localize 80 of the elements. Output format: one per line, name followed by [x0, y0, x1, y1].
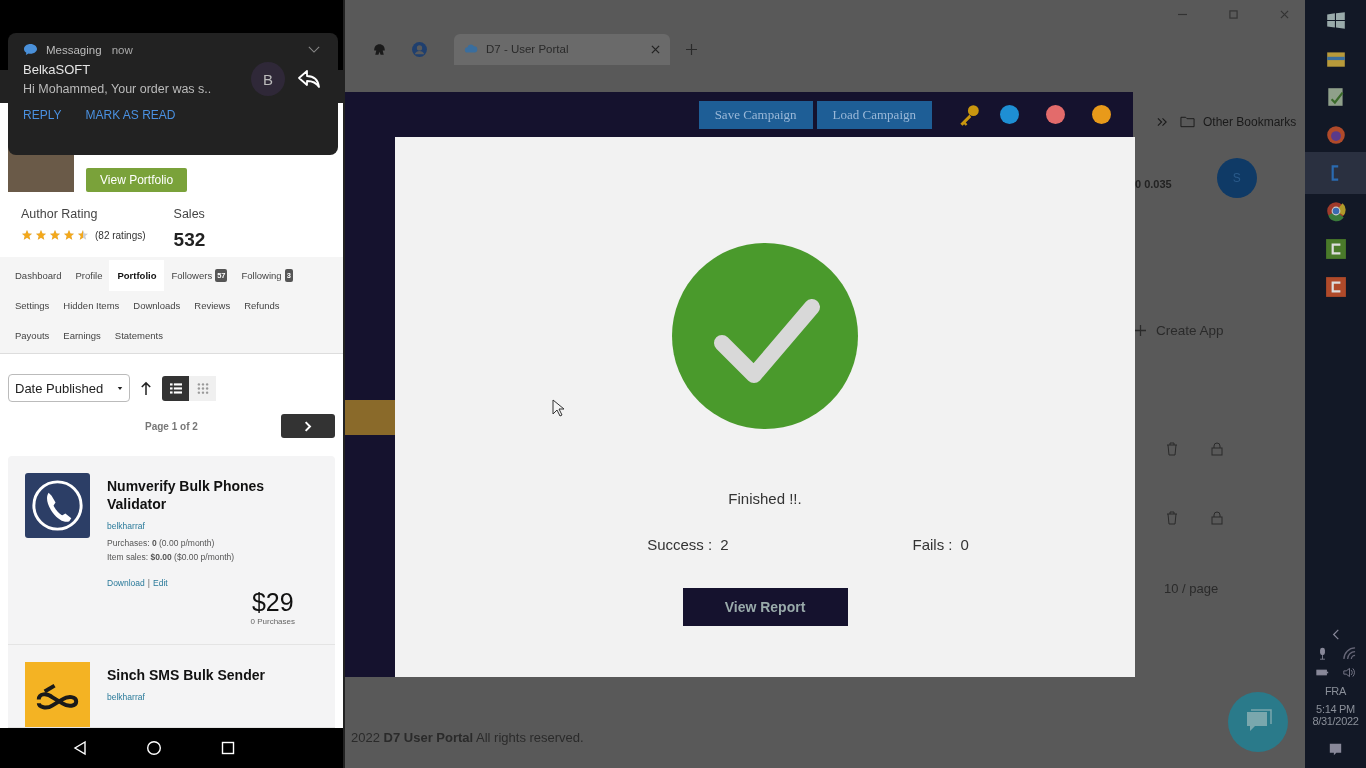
- page-indicator: Page 1 of 2: [145, 420, 199, 432]
- item-link[interactable]: Download: [107, 578, 145, 588]
- nav-tab[interactable]: Earnings: [56, 321, 108, 349]
- up-arrow-icon[interactable]: [140, 380, 152, 396]
- chrome-icon[interactable]: [1324, 200, 1347, 222]
- caret-icon: [117, 385, 123, 391]
- purchase-count: 0 Purchases: [250, 617, 295, 626]
- success-count: 2: [720, 536, 729, 553]
- chevron-right-icon: [304, 420, 312, 432]
- notification-card[interactable]: Messaging now BelkaSOFT Hi Mohammed, Your order was s.. B REPLY MARK AS READ: [8, 33, 338, 155]
- link-separator: |: [147, 578, 151, 588]
- status-dot[interactable]: [1092, 105, 1111, 124]
- sort-dropdown[interactable]: Date Published: [8, 374, 130, 402]
- item-title[interactable]: Numverify Bulk Phones Validator: [107, 477, 307, 513]
- nav-tab[interactable]: Portfolio: [109, 259, 165, 291]
- nav-tab[interactable]: Payouts: [8, 321, 57, 349]
- success-label: Success :: [647, 536, 713, 553]
- sales-label: Sales: [173, 207, 206, 221]
- author-link[interactable]: belkharraf: [107, 692, 307, 702]
- notification-time: now: [111, 43, 133, 56]
- chat-bubble-icon: [23, 43, 38, 56]
- item-price: $29: [251, 588, 294, 617]
- infinity-logo-icon: [25, 662, 90, 727]
- nav-tab[interactable]: Profile: [68, 261, 110, 289]
- mouse-pointer-icon: [552, 399, 564, 417]
- fails-count: 0: [960, 536, 969, 553]
- folder-icon: [1180, 115, 1195, 128]
- battery-icon[interactable]: [1315, 666, 1329, 679]
- item-stat: Item sales: $0.00 ($0.00 p/month): [107, 550, 236, 564]
- nav-tab[interactable]: Settings: [8, 291, 57, 319]
- view-report-button[interactable]: View Report: [682, 588, 848, 626]
- status-dot[interactable]: [1000, 105, 1019, 124]
- status-message: Finished !!.: [728, 490, 802, 507]
- windows-logo-icon[interactable]: [1324, 10, 1347, 32]
- home-icon[interactable]: [146, 740, 162, 756]
- nav-tab[interactable]: Hidden Items: [56, 291, 127, 319]
- nav-tab[interactable]: Statements: [107, 321, 170, 349]
- cloud-icon: [464, 42, 478, 56]
- grid-icon: [196, 382, 209, 394]
- phone-logo-icon: [25, 473, 90, 538]
- input-language[interactable]: FRA: [1324, 685, 1347, 697]
- recents-icon[interactable]: [220, 740, 236, 756]
- nav-tab[interactable]: Dashboard: [8, 261, 69, 289]
- app-name: Messaging: [46, 43, 102, 56]
- chat-button[interactable]: [1228, 692, 1288, 752]
- c-letter-app-icon[interactable]: [1324, 238, 1347, 260]
- clock-date[interactable]: 8/31/2022: [1312, 715, 1359, 727]
- list-view-button[interactable]: [162, 375, 189, 401]
- sender-name: BelkaSOFT: [23, 62, 92, 77]
- reply-icon[interactable]: [297, 69, 321, 89]
- notifications-icon[interactable]: [1329, 743, 1342, 756]
- notification-action[interactable]: MARK AS READ: [85, 108, 176, 122]
- plus-icon: [1135, 325, 1146, 336]
- message-preview: Hi Mohammed, Your order was s..: [23, 82, 213, 96]
- ratings-count: (82 ratings): [95, 229, 146, 241]
- volume-icon[interactable]: [1342, 666, 1356, 679]
- check-circle-icon: [672, 243, 858, 429]
- author-link[interactable]: belkharraf: [107, 521, 307, 531]
- next-page-button[interactable]: [281, 414, 335, 438]
- item-title[interactable]: Sinch SMS Bulk Sender: [107, 666, 307, 684]
- nav-tab[interactable]: Reviews: [187, 291, 238, 319]
- wifi-icon[interactable]: [1342, 647, 1356, 660]
- list-icon: [169, 382, 182, 394]
- c-letter-app-icon[interactable]: [1324, 276, 1347, 298]
- status-dot[interactable]: [1046, 105, 1065, 124]
- back-icon[interactable]: [72, 740, 88, 756]
- close-icon[interactable]: [651, 44, 660, 54]
- notification-action[interactable]: REPLY: [23, 108, 62, 122]
- item-link[interactable]: Edit: [153, 578, 168, 588]
- nav-tab[interactable]: Refunds: [237, 291, 287, 319]
- expand-icon[interactable]: [308, 46, 320, 53]
- sales-count: 532: [173, 229, 206, 251]
- item-stat: Purchases: 0 (0.00 p/month): [107, 537, 216, 550]
- sidebar-highlight: [345, 400, 395, 435]
- author-rating-label: Author Rating: [21, 207, 99, 221]
- fails-label: Fails :: [912, 536, 953, 553]
- clock-time[interactable]: 5:14 PM: [1316, 703, 1355, 715]
- chevron-icon[interactable]: [1157, 116, 1168, 127]
- nav-tab[interactable]: Downloads: [126, 291, 188, 319]
- sender-avatar: B: [251, 62, 285, 96]
